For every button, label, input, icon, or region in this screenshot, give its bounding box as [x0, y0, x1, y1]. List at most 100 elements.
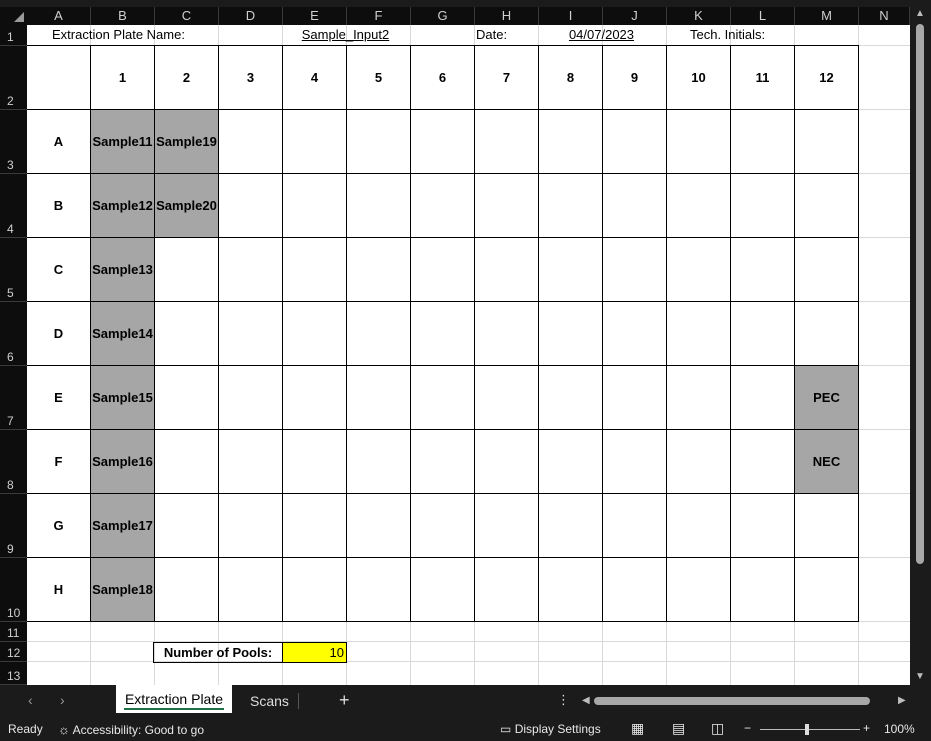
plate-well-empty[interactable] [794, 173, 859, 238]
plate-well-filled[interactable]: Sample20 [154, 173, 219, 238]
plate-well-empty[interactable] [410, 493, 475, 558]
normal-view-icon[interactable]: ▦ [631, 720, 644, 737]
plate-well-empty[interactable] [154, 429, 219, 494]
plate-well-empty[interactable] [538, 173, 603, 238]
horizontal-scroll-thumb[interactable] [594, 697, 870, 705]
column-header-f[interactable]: F [347, 7, 411, 25]
plate-well-empty[interactable] [794, 557, 859, 622]
plate-well-empty[interactable] [282, 237, 347, 302]
row-header-13[interactable]: 13 [0, 662, 27, 685]
page-layout-view-icon[interactable]: ▤ [672, 720, 685, 737]
plate-well-empty[interactable] [730, 429, 795, 494]
plate-well-empty[interactable] [666, 365, 731, 430]
column-header-b[interactable]: B [91, 7, 155, 25]
tab-scans[interactable]: Scans [250, 693, 289, 709]
plate-well-empty[interactable] [602, 237, 667, 302]
plate-well-empty[interactable] [282, 173, 347, 238]
plate-well-empty[interactable] [602, 109, 667, 174]
plate-well-empty[interactable] [410, 365, 475, 430]
add-sheet-button[interactable]: + [339, 690, 350, 711]
plate-row-letter[interactable]: A [27, 109, 91, 174]
row-header-8[interactable]: 8 [0, 430, 27, 494]
plate-well-empty[interactable] [218, 365, 283, 430]
plate-well-empty[interactable] [282, 557, 347, 622]
plate-well-empty[interactable] [474, 301, 539, 366]
worksheet-grid[interactable]: Extraction Plate Name: Sample_Input2 Dat… [27, 25, 910, 685]
plate-well-empty[interactable] [218, 493, 283, 558]
row-header-10[interactable]: 10 [0, 558, 27, 622]
plate-column-number[interactable]: 3 [218, 45, 283, 110]
plate-well-empty[interactable] [730, 237, 795, 302]
plate-well-empty[interactable] [218, 301, 283, 366]
plate-well-empty[interactable] [666, 493, 731, 558]
row-header-11[interactable]: 11 [0, 622, 27, 642]
plate-well-empty[interactable] [538, 365, 603, 430]
plate-well-empty[interactable] [410, 109, 475, 174]
plate-well-empty[interactable] [602, 493, 667, 558]
plate-column-number[interactable]: 12 [794, 45, 859, 110]
plate-well-empty[interactable] [538, 493, 603, 558]
plate-well-empty[interactable] [666, 557, 731, 622]
plate-well-empty[interactable] [666, 173, 731, 238]
plate-well-filled[interactable]: Sample16 [90, 429, 155, 494]
plate-well-empty[interactable] [602, 365, 667, 430]
page-break-preview-icon[interactable]: ◫ [711, 720, 724, 737]
plate-column-number[interactable]: 8 [538, 45, 603, 110]
plate-row-letter[interactable]: G [27, 493, 91, 558]
plate-well-empty[interactable] [666, 301, 731, 366]
plate-well-empty[interactable] [218, 173, 283, 238]
vertical-scrollbar[interactable]: ▲ ▼ [910, 7, 931, 685]
plate-well-empty[interactable] [346, 173, 411, 238]
scroll-down-icon[interactable]: ▼ [915, 671, 925, 682]
tab-options-icon[interactable]: ⋮ [557, 692, 570, 708]
plate-well-empty[interactable] [602, 173, 667, 238]
plate-row-letter[interactable]: D [27, 301, 91, 366]
zoom-in-button[interactable]: + [863, 721, 870, 735]
column-header-i[interactable]: I [539, 7, 603, 25]
plate-column-number[interactable]: 6 [410, 45, 475, 110]
tab-next-icon[interactable]: › [60, 692, 65, 708]
column-header-h[interactable]: H [475, 7, 539, 25]
plate-row-letter[interactable]: B [27, 173, 91, 238]
plate-well-empty[interactable] [154, 365, 219, 430]
row-header-12[interactable]: 12 [0, 642, 27, 662]
plate-well-empty[interactable] [346, 109, 411, 174]
plate-column-number[interactable]: 9 [602, 45, 667, 110]
display-settings-button[interactable]: ▭ Display Settings [500, 722, 601, 736]
plate-well-empty[interactable] [474, 173, 539, 238]
column-header-m[interactable]: M [795, 7, 859, 25]
plate-well-empty[interactable] [410, 557, 475, 622]
plate-well-filled[interactable]: Sample18 [90, 557, 155, 622]
plate-well-empty[interactable] [346, 365, 411, 430]
column-header-n[interactable]: N [859, 7, 910, 25]
column-header-c[interactable]: C [155, 7, 219, 25]
row-header-4[interactable]: 4 [0, 174, 27, 238]
plate-well-empty[interactable] [410, 173, 475, 238]
plate-well-empty[interactable] [282, 365, 347, 430]
row-header-1[interactable]: 1 [0, 25, 27, 46]
plate-well-empty[interactable] [730, 557, 795, 622]
zoom-level[interactable]: 100% [884, 722, 915, 736]
vertical-scroll-thumb[interactable] [916, 24, 924, 564]
plate-well-empty[interactable] [730, 493, 795, 558]
plate-well-filled[interactable]: PEC [794, 365, 859, 430]
plate-well-empty[interactable] [410, 237, 475, 302]
plate-row-letter[interactable]: E [27, 365, 91, 430]
pools-value[interactable]: 10 [282, 642, 347, 663]
plate-well-empty[interactable] [346, 493, 411, 558]
plate-well-empty[interactable] [346, 237, 411, 302]
plate-well-empty[interactable] [410, 301, 475, 366]
plate-well-filled[interactable]: Sample19 [154, 109, 219, 174]
plate-well-empty[interactable] [474, 237, 539, 302]
plate-well-empty[interactable] [154, 557, 219, 622]
zoom-slider-thumb[interactable] [805, 724, 809, 735]
plate-well-empty[interactable] [218, 557, 283, 622]
plate-column-number[interactable]: 2 [154, 45, 219, 110]
tab-prev-icon[interactable]: ‹ [28, 692, 33, 708]
column-header-l[interactable]: L [731, 7, 795, 25]
plate-well-filled[interactable]: Sample15 [90, 365, 155, 430]
plate-well-empty[interactable] [474, 557, 539, 622]
plate-well-empty[interactable] [474, 109, 539, 174]
plate-well-filled[interactable]: Sample12 [90, 173, 155, 238]
plate-well-empty[interactable] [346, 557, 411, 622]
